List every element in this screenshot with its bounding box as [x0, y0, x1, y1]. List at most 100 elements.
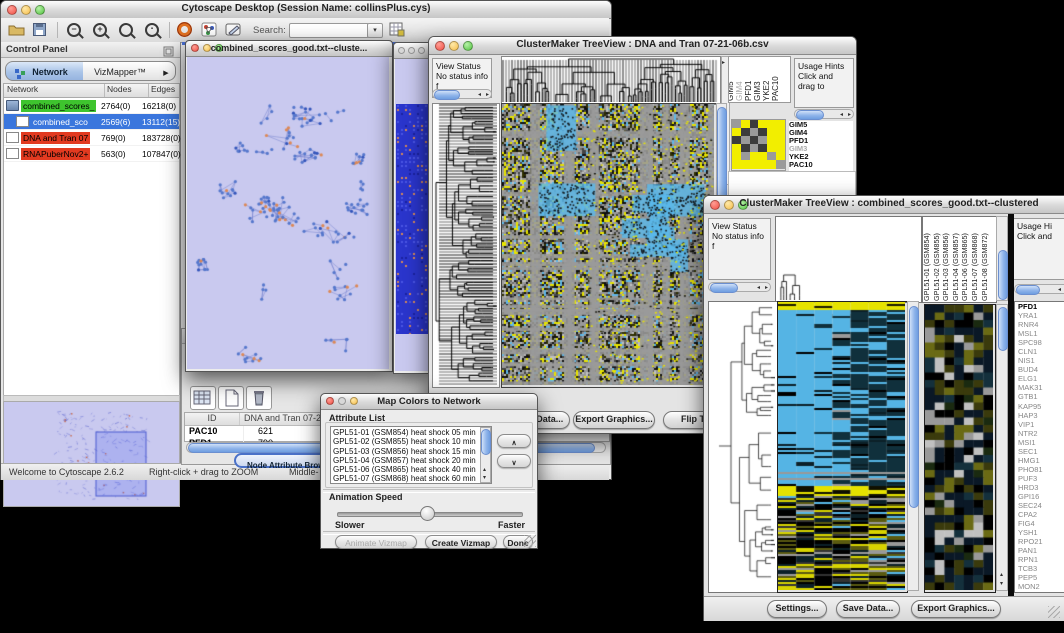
treeview1-titlebar[interactable]: ClusterMaker TreeView : DNA and Tran 07-…: [429, 37, 856, 55]
gene-label[interactable]: BUD4: [1018, 365, 1064, 374]
network-overview-canvas[interactable]: [4, 402, 177, 504]
scroll-left-icon[interactable]: ◂: [840, 112, 843, 118]
tv2-export-graphics-button[interactable]: Export Graphics...: [911, 600, 1001, 618]
tv1-row-label[interactable]: PAC10: [789, 161, 853, 169]
col-id[interactable]: ID: [185, 413, 240, 425]
tv1-column-label[interactable]: PAC10: [771, 76, 780, 101]
tv1-row-dendrogram-canvas[interactable]: [433, 104, 497, 385]
delete-attribute-icon[interactable]: [246, 386, 272, 410]
network-canvas[interactable]: [187, 57, 389, 369]
scroll-left-icon[interactable]: ◂: [1058, 287, 1061, 293]
tv2-column-label[interactable]: GPL51-06 (GSM865): [960, 233, 969, 301]
resize-grip[interactable]: [1048, 606, 1060, 618]
tv2-detail-vscroll-thumb[interactable]: [998, 307, 1008, 351]
matrix-cell[interactable]: [750, 160, 759, 168]
tv2-top-vscroll-thumb[interactable]: [998, 250, 1008, 300]
col-nodes[interactable]: Nodes: [105, 84, 149, 97]
animation-speed-slider[interactable]: [337, 506, 521, 520]
gene-label[interactable]: HMG1: [1018, 456, 1064, 465]
matrix-cell[interactable]: [776, 160, 785, 168]
gene-label[interactable]: PFD1: [1018, 302, 1064, 311]
slider-thumb[interactable]: [420, 506, 435, 521]
matrix-cell[interactable]: [750, 120, 759, 128]
create-vizmap-button[interactable]: Create Vizmap: [425, 535, 497, 549]
gene-label[interactable]: PEP5: [1018, 573, 1064, 582]
matrix-cell[interactable]: [741, 128, 750, 136]
gene-label[interactable]: VIP1: [1018, 420, 1064, 429]
matrix-cell[interactable]: [767, 128, 776, 136]
matrix-cell[interactable]: [776, 152, 785, 160]
tv2-settings-button[interactable]: Settings...: [767, 600, 827, 618]
float-panel-icon[interactable]: [163, 44, 174, 62]
gene-label[interactable]: SEC24: [1018, 501, 1064, 510]
matrix-cell[interactable]: [741, 144, 750, 152]
matrix-cell[interactable]: [758, 144, 767, 152]
gene-label[interactable]: YRA1: [1018, 311, 1064, 320]
tab-overflow-button[interactable]: ▶: [157, 61, 176, 81]
gene-label[interactable]: GTB1: [1018, 392, 1064, 401]
matrix-cell[interactable]: [776, 136, 785, 144]
gene-label[interactable]: MAK31: [1018, 383, 1064, 392]
gene-label[interactable]: HAP3: [1018, 411, 1064, 420]
matrix-cell[interactable]: [741, 160, 750, 168]
search-dropdown[interactable]: ▾: [367, 23, 383, 38]
network-overview-panel[interactable]: [3, 401, 180, 507]
tv2-status-hscroll-thumb[interactable]: [710, 283, 738, 293]
scroll-down-icon[interactable]: ▾: [483, 475, 486, 481]
tv2-main-vscroll-thumb[interactable]: [909, 306, 919, 508]
tv2-zoom-heatmap[interactable]: [924, 304, 996, 593]
open-session-icon[interactable]: [8, 23, 25, 41]
tab-network[interactable]: Network: [5, 61, 85, 81]
network-list-row[interactable]: RNAPuberNov2+563(0)107847(0): [4, 146, 179, 162]
tv2-zoom-heatmap-canvas[interactable]: [925, 305, 993, 590]
help-ring-icon[interactable]: [177, 22, 192, 42]
close-icon[interactable]: [398, 47, 405, 54]
matrix-cell[interactable]: [758, 136, 767, 144]
tv1-status-hscroll-thumb[interactable]: [434, 90, 460, 100]
matrix-cell[interactable]: [776, 144, 785, 152]
zoom-fit-icon[interactable]: [119, 23, 133, 37]
minimize-icon[interactable]: [408, 47, 415, 54]
tv2-save-data-button[interactable]: Save Data...: [836, 600, 900, 618]
zoom-window-icon[interactable]: [418, 47, 425, 54]
dense-window-titlebar[interactable]: [394, 43, 431, 59]
matrix-cell[interactable]: [767, 160, 776, 168]
tv1-column-label[interactable]: GIM5: [728, 81, 735, 101]
dialog-titlebar[interactable]: Map Colors to Network: [321, 394, 537, 410]
treeview2-titlebar[interactable]: ClusterMaker TreeView : combined_scores_…: [704, 196, 1064, 214]
gene-label[interactable]: MSL1: [1018, 329, 1064, 338]
tv2-hints-hscroll[interactable]: ◂ ▸: [1014, 284, 1064, 294]
tv2-main-vscroll[interactable]: [907, 301, 919, 591]
network-list-row[interactable]: combined_sco2569(6)13112(15): [4, 114, 179, 130]
scroll-down-icon[interactable]: ▾: [1000, 581, 1003, 587]
gene-label[interactable]: ELG1: [1018, 374, 1064, 383]
tv1-column-label[interactable]: GIM4: [735, 81, 744, 101]
attribute-listbox[interactable]: GPL51-01 (GSM854) heat shock 05 minGPL51…: [330, 426, 492, 484]
annotation-icon[interactable]: [225, 22, 242, 42]
matrix-cell[interactable]: [732, 152, 741, 160]
matrix-cell[interactable]: [741, 120, 750, 128]
matrix-cell[interactable]: [767, 136, 776, 144]
scroll-left-icon[interactable]: ◂: [757, 285, 760, 291]
matrix-cell[interactable]: [758, 160, 767, 168]
network-list-row[interactable]: combined_scores_2764(0)16218(0): [4, 98, 179, 114]
tv1-column-dendrogram[interactable]: [501, 56, 721, 105]
tv2-column-label[interactable]: GPL51-03 (GSM856): [941, 233, 950, 301]
main-titlebar[interactable]: Cytoscape Desktop (Session Name: collins…: [1, 1, 611, 19]
gene-label[interactable]: TCB3: [1018, 564, 1064, 573]
zoom-out-icon[interactable]: −: [67, 23, 81, 37]
tv1-column-label[interactable]: PFD1: [744, 81, 753, 101]
matrix-cell[interactable]: [758, 128, 767, 136]
matrix-cell[interactable]: [776, 128, 785, 136]
matrix-cell[interactable]: [776, 120, 785, 128]
attribute-list-item[interactable]: GPL51-03 (GSM856) heat shock 15 min: [333, 447, 489, 456]
matrix-cell[interactable]: [750, 144, 759, 152]
save-session-icon[interactable]: [33, 23, 46, 41]
gene-label[interactable]: PAN1: [1018, 546, 1064, 555]
create-network-icon[interactable]: [201, 22, 217, 42]
tv2-column-label[interactable]: GPL51-01 (GSM854): [922, 233, 931, 301]
scroll-right-icon[interactable]: ▸: [486, 92, 489, 98]
matrix-cell[interactable]: [750, 152, 759, 160]
gene-label[interactable]: MON2: [1018, 582, 1064, 591]
tv1-status-hscroll[interactable]: ◂ ▸: [432, 89, 492, 99]
